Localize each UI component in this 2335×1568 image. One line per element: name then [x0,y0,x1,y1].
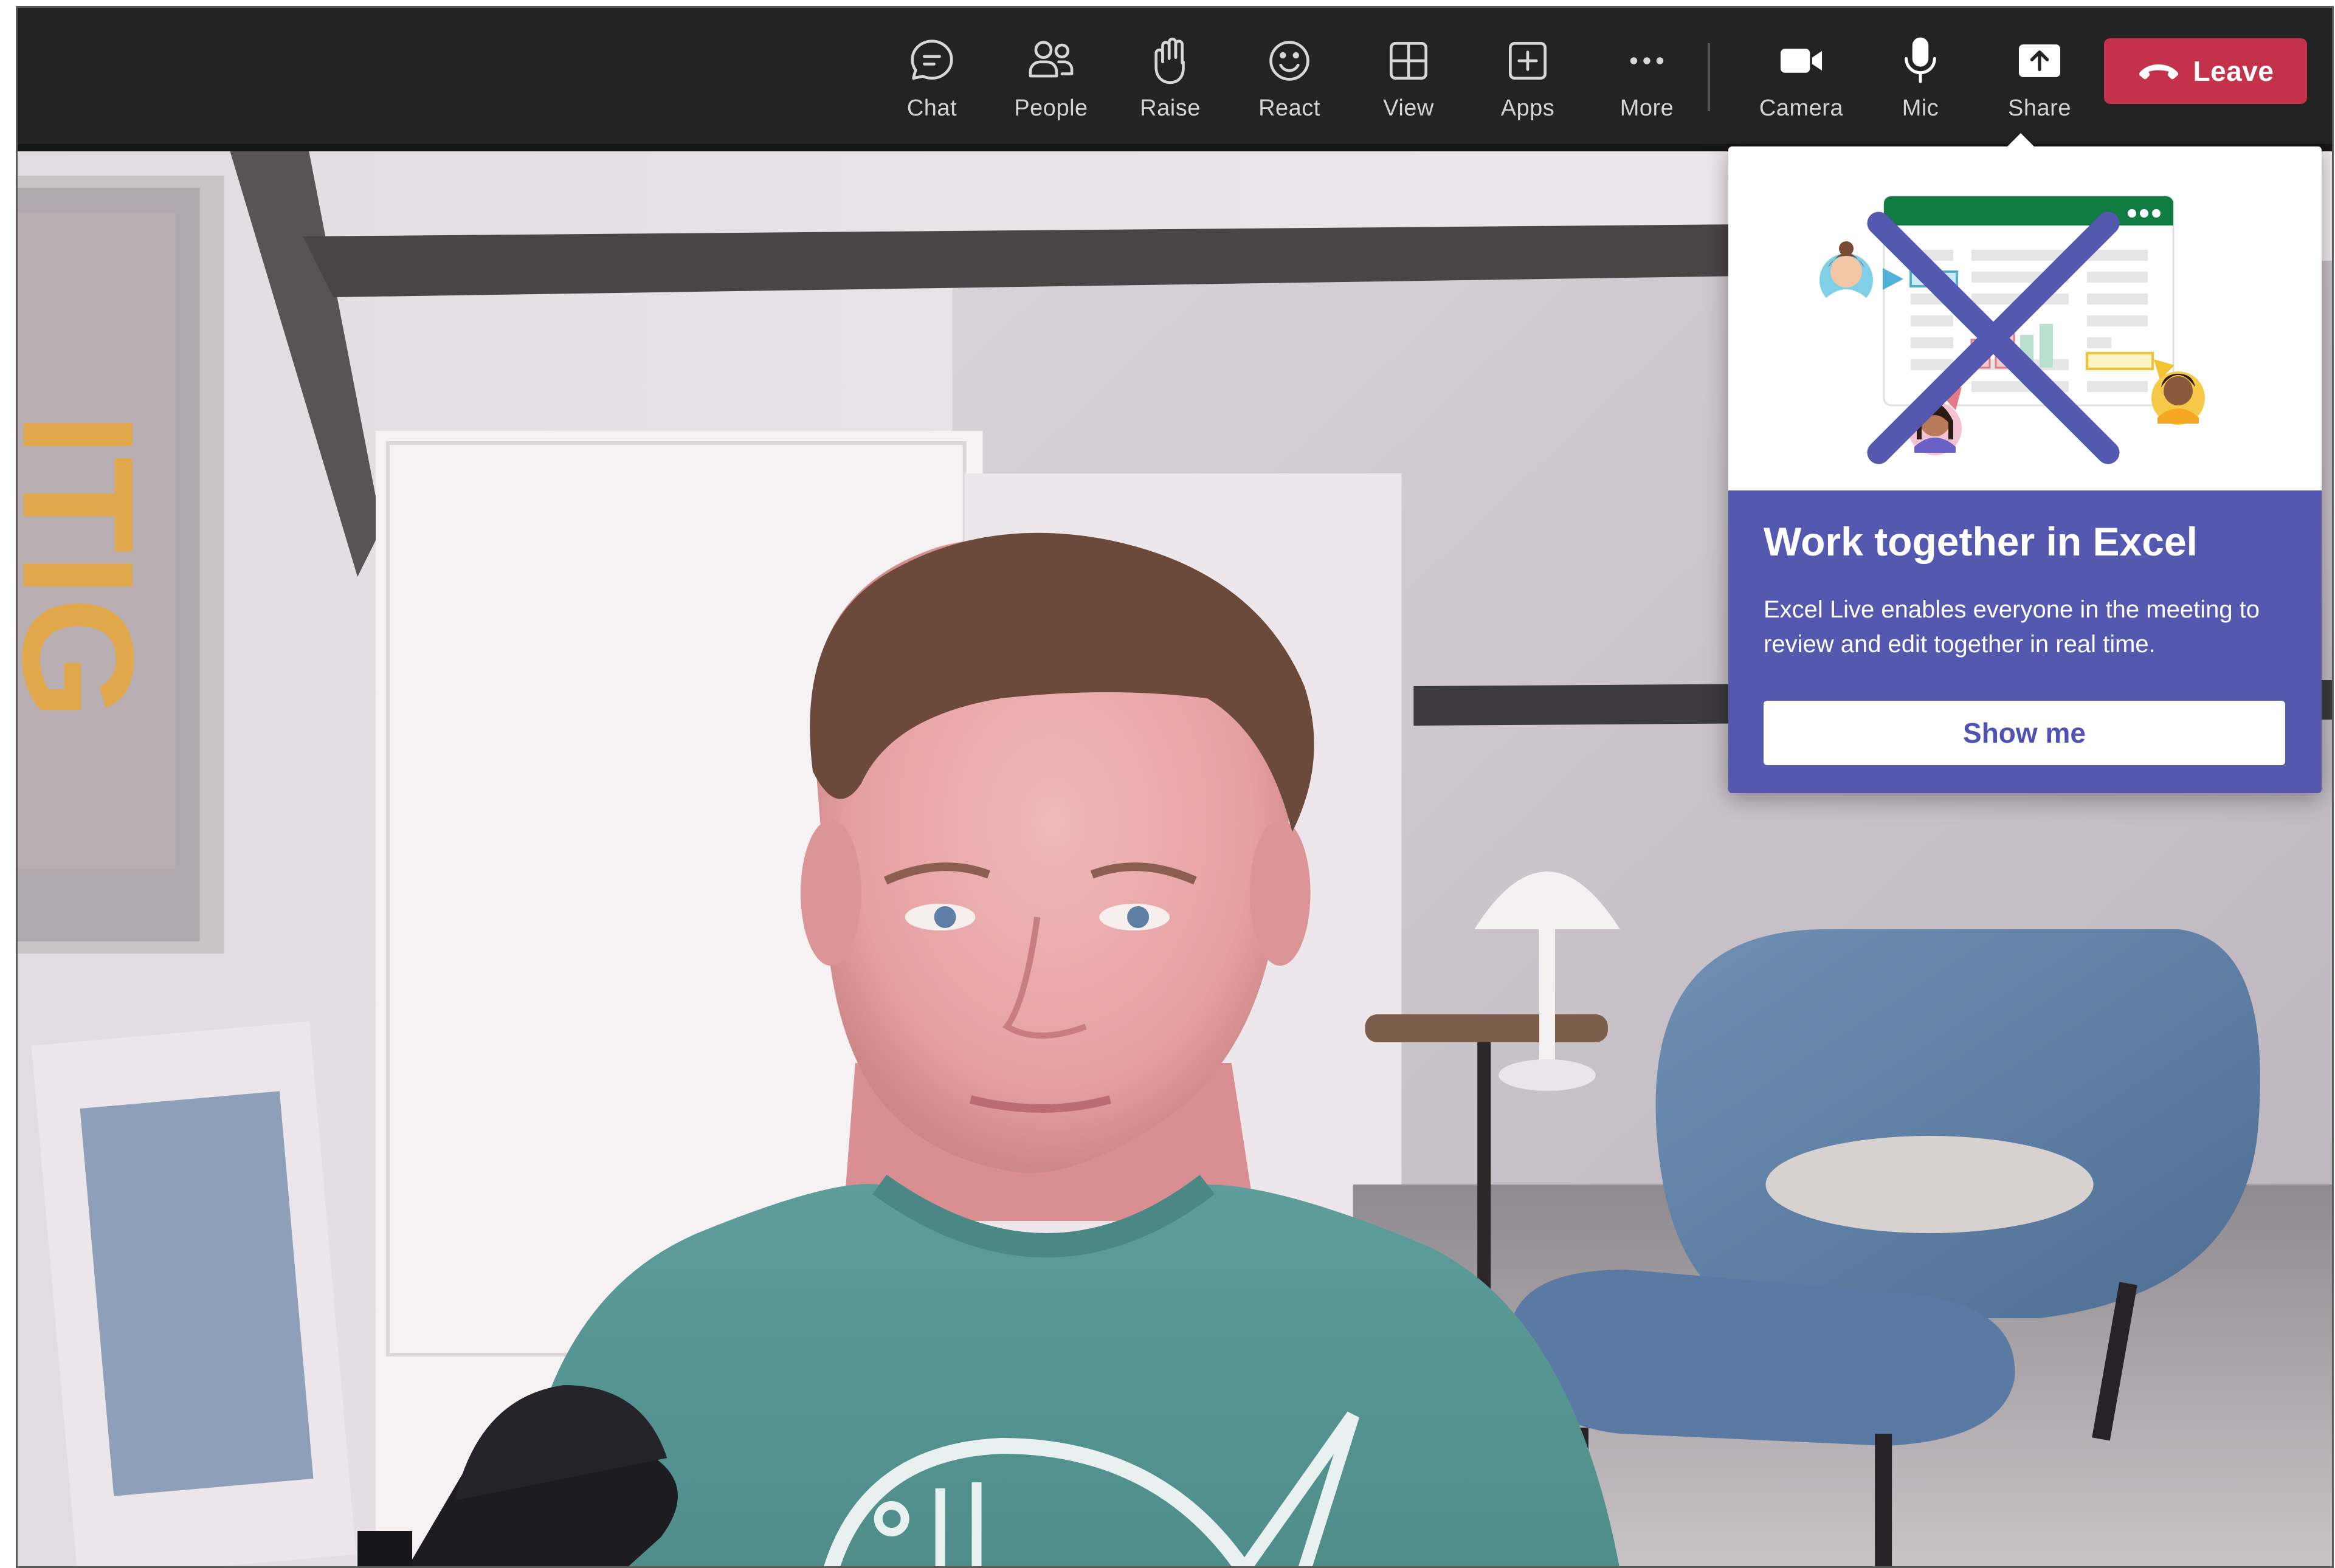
chat-icon [911,40,953,80]
people-icon [1029,41,1074,78]
toolbar-raise-label: Raise [1140,95,1201,121]
show-me-button[interactable]: Show me [1764,701,2285,765]
view-grid-icon [1390,42,1427,80]
react-smiley-icon [1269,41,1309,81]
toolbar-view-button[interactable]: View [1349,35,1468,126]
svg-text:ITIG: ITIG [18,413,166,720]
toolbar-view-label: View [1383,95,1434,121]
callout-description: Excel Live enables everyone in the meeti… [1764,596,2260,658]
excel-illustration [1728,146,2322,490]
raise-hand-icon [1154,37,1185,84]
leave-label: Leave [2193,55,2274,87]
toolbar-mic-button[interactable]: Mic [1861,35,1980,126]
callout-body: Work together in Excel Excel Live enable… [1728,490,2322,793]
toolbar-chat-button[interactable]: Chat [872,35,992,126]
toolbar-react-button[interactable]: React [1230,35,1349,126]
leave-button[interactable]: Leave [2104,38,2307,104]
hang-up-icon [2139,64,2178,80]
toolbar-people-button[interactable]: People [992,35,1111,126]
more-dots-icon [1630,57,1664,64]
toolbar-react-label: React [1258,95,1320,121]
toolbar-share-button[interactable]: Share [1980,35,2099,126]
share-icon [2018,44,2061,77]
toolbar-apps-label: Apps [1500,95,1555,121]
mic-icon [1905,37,1936,83]
toolbar-camera-button[interactable]: Camera [1742,35,1861,126]
meeting-window: Chat People Raise React View Apps More C… [16,6,2334,1568]
toolbar-people-label: People [1014,95,1088,121]
toolbar-more-label: More [1619,95,1674,121]
close-icon[interactable] [1728,166,2290,490]
toolbar-divider [1708,43,1710,111]
callout-title: Work together in Excel [1764,519,2198,564]
toolbar-chat-label: Chat [906,95,957,121]
toolbar-more-button[interactable]: More [1587,35,1706,126]
toolbar-mic-label: Mic [1902,95,1939,121]
toolbar-raise-button[interactable]: Raise [1111,35,1230,126]
toolbar-apps-button[interactable]: Apps [1468,35,1587,126]
camera-icon [1780,49,1823,73]
toolbar-share-label: Share [2008,95,2071,121]
meeting-toolbar: Chat People Raise React View Apps More C… [18,8,2332,151]
excel-live-callout: Work together in Excel Excel Live enable… [1728,133,2322,793]
apps-plus-icon [1509,42,1547,80]
toolbar-camera-label: Camera [1759,95,1844,121]
